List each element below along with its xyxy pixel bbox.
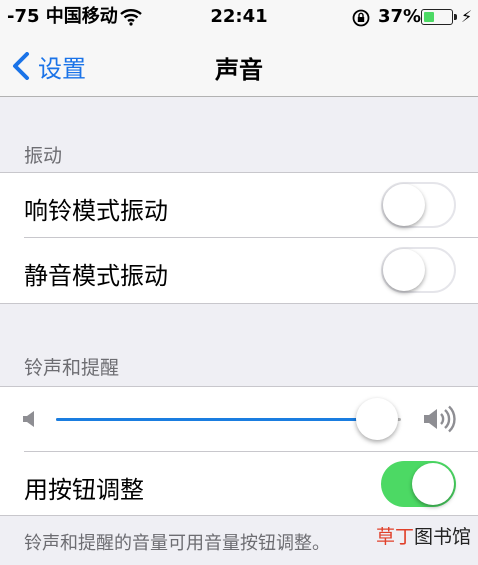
charging-bolt-icon: ⚡ xyxy=(461,7,473,26)
vibrate-on-silent-toggle[interactable] xyxy=(381,247,456,293)
section-header-vibrate: 振动 xyxy=(24,145,63,167)
battery-fill xyxy=(423,11,434,22)
toggle-knob xyxy=(412,463,454,505)
row-label: 静音模式振动 xyxy=(24,262,168,290)
battery-percent: 37% xyxy=(378,6,422,27)
ringer-volume-slider xyxy=(0,387,478,451)
page-title: 声音 xyxy=(215,56,263,84)
slider-thumb[interactable] xyxy=(355,398,398,440)
vibrate-group: 响铃模式振动 静音模式振动 xyxy=(0,172,478,304)
footer-note: 铃声和提醒的音量可用音量按钮调整。 xyxy=(24,533,330,554)
navigation-bar: 设置 声音 xyxy=(0,36,478,97)
list-item-vibrate-on-ring: 响铃模式振动 xyxy=(0,173,478,237)
watermark-logo: 草丁图书馆 xyxy=(376,522,471,549)
row-label: 响铃模式振动 xyxy=(24,197,168,225)
battery-icon xyxy=(421,9,453,25)
vibrate-on-ring-toggle[interactable] xyxy=(381,182,456,228)
section-header-ringer: 铃声和提醒 xyxy=(24,357,120,379)
battery-tip xyxy=(454,14,457,20)
ringer-group: 用按钮调整 xyxy=(0,386,478,516)
rotation-lock-icon xyxy=(352,9,370,27)
volume-high-icon xyxy=(424,405,456,433)
toggle-knob xyxy=(383,184,425,226)
status-bar: -75 中国移动 22:41 37% ⚡ xyxy=(0,0,478,36)
toggle-knob xyxy=(383,249,425,291)
list-item-vibrate-on-silent: 静音模式振动 xyxy=(0,238,478,302)
list-item-change-with-buttons: 用按钮调整 xyxy=(0,452,478,516)
slider-track[interactable] xyxy=(56,418,401,421)
row-label: 用按钮调整 xyxy=(24,476,144,504)
watermark-rest: 图书馆 xyxy=(414,526,472,548)
slider-track-fill xyxy=(56,418,377,421)
watermark-accent: 草丁 xyxy=(376,526,415,548)
change-with-buttons-toggle[interactable] xyxy=(381,461,456,507)
volume-low-icon xyxy=(23,411,34,427)
